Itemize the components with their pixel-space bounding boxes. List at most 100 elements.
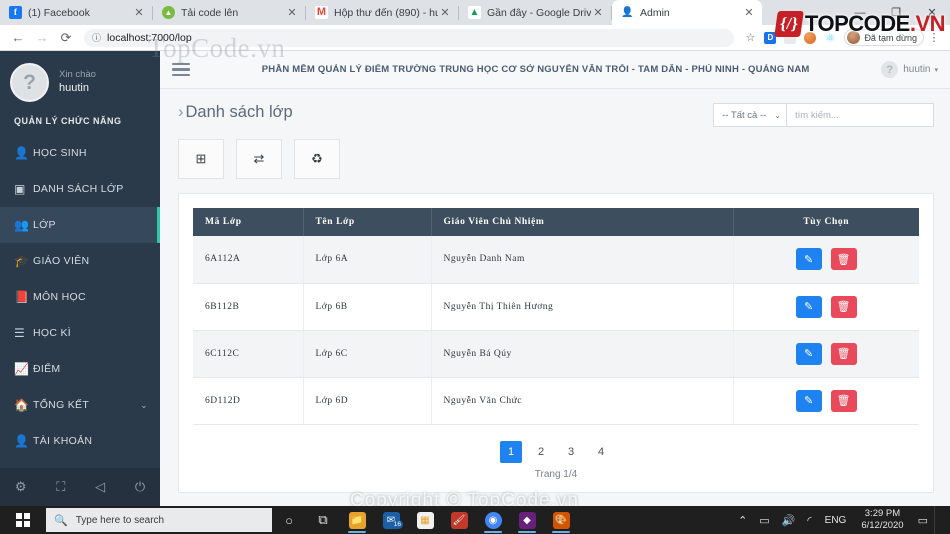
volume-icon[interactable]: 🔊 [776,514,802,527]
cell-ma-lop: 6D112D [193,377,304,425]
table-header-row: Mã Lớp Tên Lớp Giáo Viên Chủ Nhiệm Tùy C… [193,208,919,236]
tab-close-icon[interactable]: ✕ [132,6,146,20]
add-button[interactable]: ⊞ [178,139,224,179]
sidebar-item-label: TỔNG KẾT [33,399,90,411]
cell-ten-lop: Lớp 6D [303,377,432,425]
browser-tab-gmail[interactable]: M Hộp thư đến (890) - huutin129 ✕ [306,0,458,25]
edit-button[interactable]: ✎ [795,342,822,365]
browser-tab-upload[interactable]: ▲ Tải code lên ✕ [153,0,305,25]
column-header-ma-lop[interactable]: Mã Lớp [193,208,304,236]
sidebar-item-hoc-ki[interactable]: ☰ HỌC KÌ [0,315,160,351]
edit-button[interactable]: ✎ [795,389,822,412]
grid-extension-icon[interactable] [780,28,800,48]
sidebar-item-diem[interactable]: 📈 ĐIỂM [0,351,160,387]
orange-extension-icon[interactable] [800,28,820,48]
sidebar-item-danh-sach-lop[interactable]: ▣ DANH SÁCH LỚP [0,171,160,207]
column-header-ten-lop[interactable]: Tên Lớp [303,208,432,236]
table-row[interactable]: 6B112B Lớp 6B Nguyễn Thị Thiên Hương ✎ 🗑 [193,283,919,331]
table-row[interactable]: 6D112D Lớp 6D Nguyễn Văn Chức ✎ 🗑 [193,377,919,425]
search-input[interactable]: tìm kiếm... [786,103,934,127]
show-desktop-button[interactable] [934,506,944,534]
store-icon[interactable]: ▦ [408,506,442,534]
window-close-button[interactable]: ✕ [914,0,950,25]
taskbar-clock[interactable]: 3:29 PM 6/12/2020 [853,508,911,532]
edit-button[interactable]: ✎ [795,248,822,271]
tab-close-icon[interactable]: ✕ [591,6,605,20]
sidebar-item-label: HỌC KÌ [33,327,71,339]
profile-button[interactable]: Đã tạm dừng [844,29,924,46]
page-button-3[interactable]: 3 [560,441,582,463]
info-circle-icon[interactable]: ⓘ [92,31,101,44]
docs-extension-icon[interactable]: D [760,28,780,48]
sidebar-item-tai-khoan[interactable]: 👤 TÀI KHOẢN [0,423,160,459]
delete-button[interactable]: 🗑 [830,342,857,365]
tab-close-icon[interactable]: ✕ [742,6,756,20]
sidebar-item-giao-vien[interactable]: 🎓 GIÁO VIÊN [0,243,160,279]
tray-expand-icon[interactable]: ⌃ [732,514,753,527]
window-minimize-button[interactable]: — [842,0,878,25]
browser-tab-facebook[interactable]: f (1) Facebook ✕ [0,0,152,25]
bookmark-star-icon[interactable]: ☆ [740,28,760,48]
delete-button[interactable]: 🗑 [830,248,857,271]
cortana-icon[interactable]: ○ [272,506,306,534]
chevron-down-icon[interactable]: ⌄ [140,400,148,411]
recycle-button[interactable]: ♻ [294,139,340,179]
sidebar-item-lop[interactable]: 👥 LỚP [0,207,160,243]
page-button-1[interactable]: 1 [500,440,522,463]
paint-icon[interactable]: 🎨 [544,506,578,534]
reload-icon[interactable]: ⟳ [54,26,78,50]
page-button-2[interactable]: 2 [530,441,552,463]
table-row[interactable]: 6A112A Lớp 6A Nguyễn Danh Nam ✎ 🗑 [193,236,919,284]
window-controls: — ❐ ✕ [842,0,950,25]
window-maximize-button[interactable]: ❐ [878,0,914,25]
clock-date: 6/12/2020 [861,520,904,531]
language-indicator[interactable]: ENG [818,515,854,526]
browser-tab-admin[interactable]: 👤 Admin ✕ [612,0,762,25]
mail-icon[interactable]: ✉ 16 [374,506,408,534]
mail-badge-count: 16 [391,520,403,529]
page-button-4[interactable]: 4 [590,441,612,463]
table-row[interactable]: 6C112C Lớp 6C Nguyễn Bá Qúy ✎ 🗑 [193,330,919,378]
profile-pause-label: Đã tạm dừng [864,32,917,43]
forward-icon[interactable]: → [30,26,54,50]
hamburger-icon[interactable] [172,62,190,77]
tab-title: Hộp thư đến (890) - huutin129 [334,6,438,19]
tab-close-icon[interactable]: ✕ [438,6,452,20]
chrome-icon[interactable]: ◉ [476,506,510,534]
power-icon[interactable]: ⏻ [135,479,145,495]
sidebar-item-mon-hoc[interactable]: 📕 MÔN HỌC [0,279,160,315]
page-heading-text: Danh sách lớp [185,103,293,121]
sidebar-item-label: TÀI KHOẢN [33,435,93,447]
header-user-menu[interactable]: ? huutin ▾ [881,61,938,78]
tab-close-icon[interactable]: ✕ [285,6,299,20]
browser-tab-google-drive[interactable]: ▲ Gần đây - Google Drive ✕ [459,0,611,25]
taskbar-search-input[interactable]: 🔍 Type here to search [46,508,272,532]
chrome-menu-icon[interactable]: ⋮ [924,28,944,48]
sidebar-item-hoc-sinh[interactable]: 👤 HỌC SINH [0,135,160,171]
paint3d-icon[interactable]: 🖌 [442,506,476,534]
delete-button[interactable]: 🗑 [830,389,857,412]
column-header-gvcn[interactable]: Giáo Viên Chủ Nhiệm [431,208,734,236]
react-extension-icon[interactable]: ⚛ [820,28,840,48]
file-explorer-icon[interactable]: 📁 [340,506,374,534]
windows-start-icon[interactable] [0,513,46,527]
task-view-icon[interactable]: ⧉ [306,506,340,534]
filter-select[interactable]: -- Tất cả -- ⌄ [713,103,786,127]
visual-studio-icon[interactable]: ◆ [510,506,544,534]
settings-icon[interactable]: ⚙ [15,479,27,495]
refresh-button[interactable]: ⇄ [236,139,282,179]
address-bar[interactable]: ⓘ localhost:7000/lop [84,28,735,47]
delete-button[interactable]: 🗑 [830,295,857,318]
wifi-icon[interactable]: ◜ [801,514,817,527]
cell-ma-lop: 6C112C [193,330,304,378]
mute-icon[interactable]: ◁ [95,479,105,495]
sidebar-item-tong-ket[interactable]: 🏠 TỔNG KẾT ⌄ [0,387,160,423]
fullscreen-icon[interactable]: ⛶ [56,479,65,495]
cell-actions: ✎ 🗑 [733,330,919,378]
edit-button[interactable]: ✎ [795,295,822,318]
battery-icon[interactable]: ▭ [753,514,775,527]
page-heading: › Danh sách lớp [178,103,293,122]
back-icon[interactable]: ← [6,26,30,50]
chevron-down-icon[interactable]: ▾ [934,66,938,74]
action-center-icon[interactable]: ▭ [912,514,934,527]
